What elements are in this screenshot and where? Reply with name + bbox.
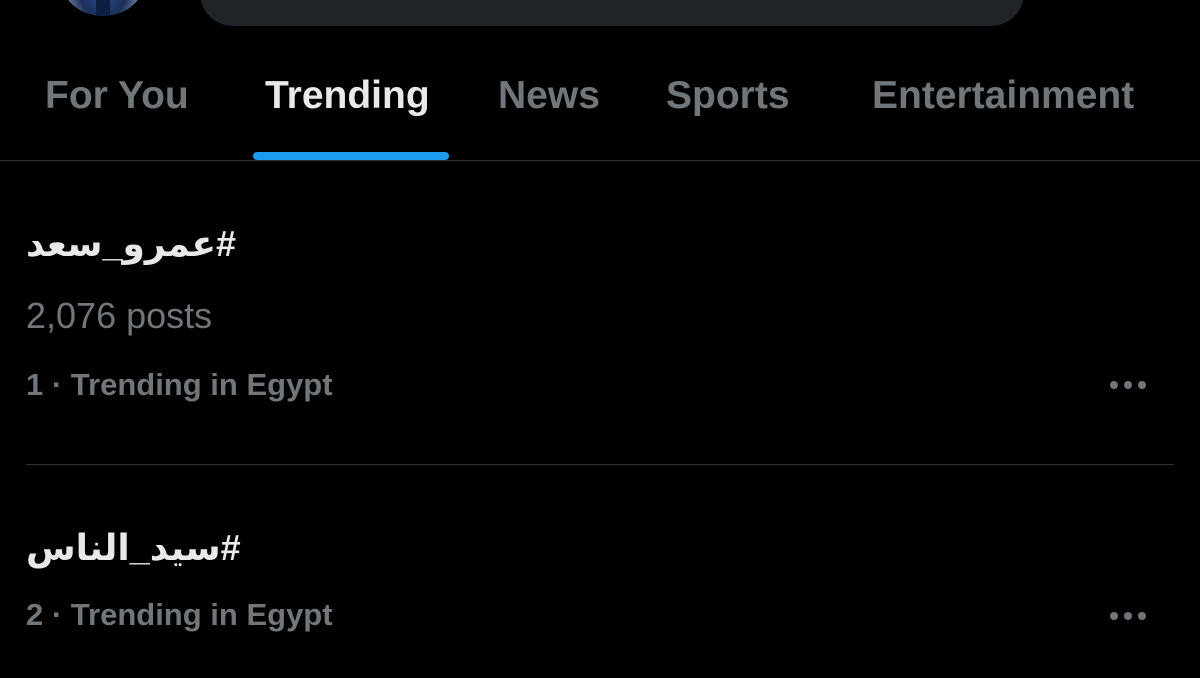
explore-tabs: For You Trending News Sports Entertainme… — [0, 60, 1200, 160]
active-tab-indicator — [253, 152, 449, 160]
trend-title: #عمرو_سعد — [26, 223, 237, 264]
tab-news[interactable]: News — [498, 74, 600, 118]
user-avatar[interactable] — [62, 0, 144, 16]
tab-sports[interactable]: Sports — [666, 74, 790, 118]
more-horizontal-icon — [1110, 612, 1118, 620]
trend-title: #سيد_الناس — [26, 527, 241, 568]
tab-entertainment[interactable]: Entertainment — [872, 74, 1134, 118]
tabs-divider — [0, 160, 1200, 161]
trend-meta: 2 · Trending in Egypt — [26, 597, 333, 632]
more-options-button[interactable] — [1100, 596, 1156, 636]
tab-trending[interactable]: Trending — [265, 74, 430, 118]
trend-post-count: 2,076 posts — [26, 295, 213, 336]
more-horizontal-icon — [1110, 381, 1118, 389]
search-bar[interactable] — [200, 0, 1024, 26]
explore-page: For You Trending News Sports Entertainme… — [0, 0, 1200, 678]
trend-divider — [26, 464, 1174, 465]
more-options-button[interactable] — [1100, 365, 1156, 405]
tab-for-you[interactable]: For You — [45, 74, 189, 118]
trend-meta: 1 · Trending in Egypt — [26, 367, 333, 402]
